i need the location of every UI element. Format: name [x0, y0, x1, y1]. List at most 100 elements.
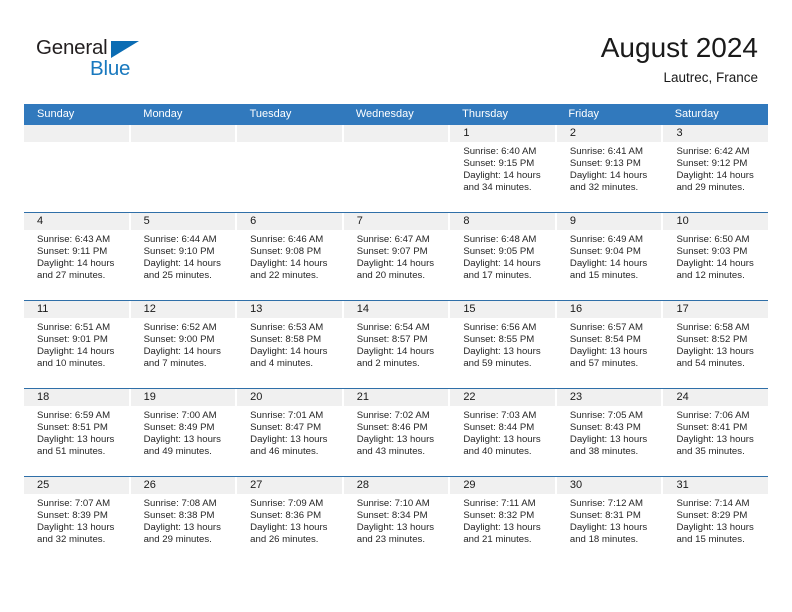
- day-cell[interactable]: 14 Sunrise: 6:54 AM Sunset: 8:57 PM Dayligh…: [343, 301, 449, 388]
- day-sun-info: Sunrise: 6:53 AM Sunset: 8:58 PM Daylight:…: [237, 318, 342, 370]
- day-number: 28: [343, 477, 449, 494]
- day-cell[interactable]: 2 Sunrise: 6:41 AM Sunset: 9:13 PM Daylight…: [556, 125, 662, 212]
- sunset-time: Sunset: 9:15 PM: [463, 158, 535, 170]
- sunrise-time: Sunrise: 7:03 AM: [463, 410, 537, 421]
- day-number: 18: [24, 389, 129, 406]
- daylight-duration-line1: Daylight: 13 hours: [37, 434, 115, 446]
- sunset-time: Sunset: 9:13 PM: [569, 158, 641, 170]
- day-sun-info: Sunrise: 6:49 AM Sunset: 9:04 PM Daylight:…: [557, 230, 662, 282]
- day-number: 11: [24, 301, 129, 318]
- day-number: 13: [237, 301, 342, 318]
- daylight-duration-line2: and 34 minutes.: [463, 182, 532, 194]
- sunrise-time: Sunrise: 6:56 AM: [463, 322, 537, 333]
- sunrise-time: Sunrise: 6:44 AM: [143, 234, 217, 245]
- day-cell[interactable]: 6 Sunrise: 6:46 AM Sunset: 9:08 PM Daylight…: [237, 213, 342, 300]
- day-number: 9: [556, 213, 662, 230]
- daylight-duration-line1: Daylight: 14 hours: [250, 258, 328, 270]
- daylight-duration-line2: and 10 minutes.: [37, 358, 106, 370]
- daylight-duration-line2: and 18 minutes.: [569, 534, 639, 546]
- day-cell[interactable]: 29 Sunrise: 7:11 AM Sunset: 8:32 PM Dayligh…: [450, 477, 555, 564]
- day-cell[interactable]: 12 Sunrise: 6:52 AM Sunset: 9:00 PM Dayligh…: [130, 301, 236, 388]
- daylight-duration-line2: and 22 minutes.: [250, 270, 319, 282]
- sunrise-time: Sunrise: 7:00 AM: [143, 410, 217, 421]
- day-cell[interactable]: 28 Sunrise: 7:10 AM Sunset: 8:34 PM Dayligh…: [343, 477, 449, 564]
- sunrise-time: Sunrise: 7:07 AM: [37, 498, 111, 509]
- day-number: 17: [663, 301, 769, 318]
- daylight-duration-line1: Daylight: 14 hours: [569, 258, 648, 270]
- sunrise-time: Sunrise: 7:09 AM: [250, 498, 324, 509]
- weekday-header-row: Sunday Monday Tuesday Wednesday Thursday…: [24, 104, 768, 125]
- day-cell[interactable]: 24 Sunrise: 7:06 AM Sunset: 8:41 PM Dayligh…: [663, 389, 769, 476]
- day-cell[interactable]: 8 Sunrise: 6:48 AM Sunset: 9:05 PM Daylight…: [450, 213, 555, 300]
- day-cell-empty: [24, 125, 129, 212]
- day-cell[interactable]: 3 Sunrise: 6:42 AM Sunset: 9:12 PM Daylight…: [663, 125, 769, 212]
- day-sun-info: Sunrise: 6:42 AM Sunset: 9:12 PM Daylight:…: [663, 142, 768, 194]
- sunset-time: Sunset: 9:04 PM: [569, 246, 641, 258]
- daylight-duration-line2: and 15 minutes.: [569, 270, 639, 282]
- day-number: 4: [24, 213, 129, 230]
- daylight-duration-line1: Daylight: 13 hours: [569, 522, 648, 534]
- day-cell[interactable]: 27 Sunrise: 7:09 AM Sunset: 8:36 PM Dayligh…: [237, 477, 342, 564]
- day-cell[interactable]: 13 Sunrise: 6:53 AM Sunset: 8:58 PM Dayligh…: [237, 301, 342, 388]
- day-number: 22: [450, 389, 555, 406]
- day-sun-info: Sunrise: 7:10 AM Sunset: 8:34 PM Daylight:…: [344, 494, 449, 546]
- day-number: 30: [556, 477, 662, 494]
- sunset-time: Sunset: 8:49 PM: [143, 422, 215, 434]
- day-cell[interactable]: 5 Sunrise: 6:44 AM Sunset: 9:10 PM Daylight…: [130, 213, 236, 300]
- daylight-duration-line1: Daylight: 14 hours: [463, 258, 541, 270]
- day-cell[interactable]: 30 Sunrise: 7:12 AM Sunset: 8:31 PM Dayligh…: [556, 477, 662, 564]
- day-cell[interactable]: 15 Sunrise: 6:56 AM Sunset: 8:55 PM Dayligh…: [450, 301, 555, 388]
- daylight-duration-line2: and 7 minutes.: [143, 358, 207, 370]
- day-sun-info: Sunrise: 7:07 AM Sunset: 8:39 PM Daylight:…: [24, 494, 129, 546]
- daylight-duration-line1: Daylight: 13 hours: [250, 434, 328, 446]
- sunrise-time: Sunrise: 6:54 AM: [356, 322, 430, 333]
- day-cell[interactable]: 16 Sunrise: 6:57 AM Sunset: 8:54 PM Dayligh…: [556, 301, 662, 388]
- calendar-week-row: 11 Sunrise: 6:51 AM Sunset: 9:01 PM Dayligh…: [24, 300, 769, 388]
- weekday-header-saturday: Saturday: [674, 108, 719, 120]
- day-cell[interactable]: 10 Sunrise: 6:50 AM Sunset: 9:03 PM Dayligh…: [663, 213, 769, 300]
- day-number: [130, 125, 236, 142]
- sunset-time: Sunset: 9:08 PM: [250, 246, 322, 258]
- day-cell[interactable]: 9 Sunrise: 6:49 AM Sunset: 9:04 PM Daylight…: [556, 213, 662, 300]
- sunset-time: Sunset: 8:36 PM: [250, 510, 322, 522]
- sunrise-time: Sunrise: 6:59 AM: [37, 410, 111, 421]
- day-cell[interactable]: 22 Sunrise: 7:03 AM Sunset: 8:44 PM Dayligh…: [450, 389, 555, 476]
- day-cell[interactable]: 20 Sunrise: 7:01 AM Sunset: 8:47 PM Dayligh…: [237, 389, 342, 476]
- day-cell[interactable]: 21 Sunrise: 7:02 AM Sunset: 8:46 PM Dayligh…: [343, 389, 449, 476]
- day-number: 14: [343, 301, 449, 318]
- day-cell[interactable]: 25 Sunrise: 7:07 AM Sunset: 8:39 PM Dayligh…: [24, 477, 129, 564]
- day-cell[interactable]: 17 Sunrise: 6:58 AM Sunset: 8:52 PM Dayligh…: [663, 301, 769, 388]
- daylight-duration-line2: and 26 minutes.: [250, 534, 319, 546]
- day-number: 1: [450, 125, 555, 142]
- day-sun-info: Sunrise: 6:41 AM Sunset: 9:13 PM Daylight:…: [557, 142, 662, 194]
- day-sun-info: Sunrise: 6:48 AM Sunset: 9:05 PM Daylight:…: [450, 230, 555, 282]
- day-cell[interactable]: 31 Sunrise: 7:14 AM Sunset: 8:29 PM Dayligh…: [663, 477, 769, 564]
- day-cell[interactable]: 7 Sunrise: 6:47 AM Sunset: 9:07 PM Daylight…: [343, 213, 449, 300]
- page-subtitle-location: Lautrec, France: [663, 70, 758, 86]
- day-cell[interactable]: 1 Sunrise: 6:40 AM Sunset: 9:15 PM Daylight…: [450, 125, 555, 212]
- day-cell[interactable]: 18 Sunrise: 6:59 AM Sunset: 8:51 PM Dayligh…: [24, 389, 129, 476]
- day-cell[interactable]: 26 Sunrise: 7:08 AM Sunset: 8:38 PM Dayligh…: [130, 477, 236, 564]
- day-cell[interactable]: 11 Sunrise: 6:51 AM Sunset: 9:01 PM Dayligh…: [24, 301, 129, 388]
- daylight-duration-line2: and 15 minutes.: [676, 534, 745, 546]
- day-number: 20: [237, 389, 342, 406]
- weekday-header-sunday: Sunday: [37, 108, 75, 120]
- sunrise-time: Sunrise: 7:14 AM: [676, 498, 750, 509]
- day-cell[interactable]: 23 Sunrise: 7:05 AM Sunset: 8:43 PM Dayligh…: [556, 389, 662, 476]
- daylight-duration-line2: and 54 minutes.: [676, 358, 745, 370]
- day-sun-info: Sunrise: 6:50 AM Sunset: 9:03 PM Daylight:…: [663, 230, 768, 282]
- day-cell[interactable]: 4 Sunrise: 6:43 AM Sunset: 9:11 PM Daylight…: [24, 213, 129, 300]
- weekday-header-friday: Friday: [568, 108, 599, 120]
- day-cell[interactable]: 19 Sunrise: 7:00 AM Sunset: 8:49 PM Dayligh…: [130, 389, 236, 476]
- general-blue-logo[interactable]: General Blue: [36, 37, 236, 88]
- sunrise-time: Sunrise: 6:50 AM: [676, 234, 750, 245]
- daylight-duration-line2: and 38 minutes.: [569, 446, 639, 458]
- daylight-duration-line1: Daylight: 14 hours: [356, 346, 435, 358]
- day-sun-info: Sunrise: 6:46 AM Sunset: 9:08 PM Daylight:…: [237, 230, 342, 282]
- day-number: 2: [556, 125, 662, 142]
- sunrise-time: Sunrise: 6:48 AM: [463, 234, 537, 245]
- day-number: [343, 125, 449, 142]
- sunset-time: Sunset: 9:00 PM: [143, 334, 215, 346]
- daylight-duration-line1: Daylight: 13 hours: [37, 522, 115, 534]
- sunset-time: Sunset: 8:31 PM: [569, 510, 641, 522]
